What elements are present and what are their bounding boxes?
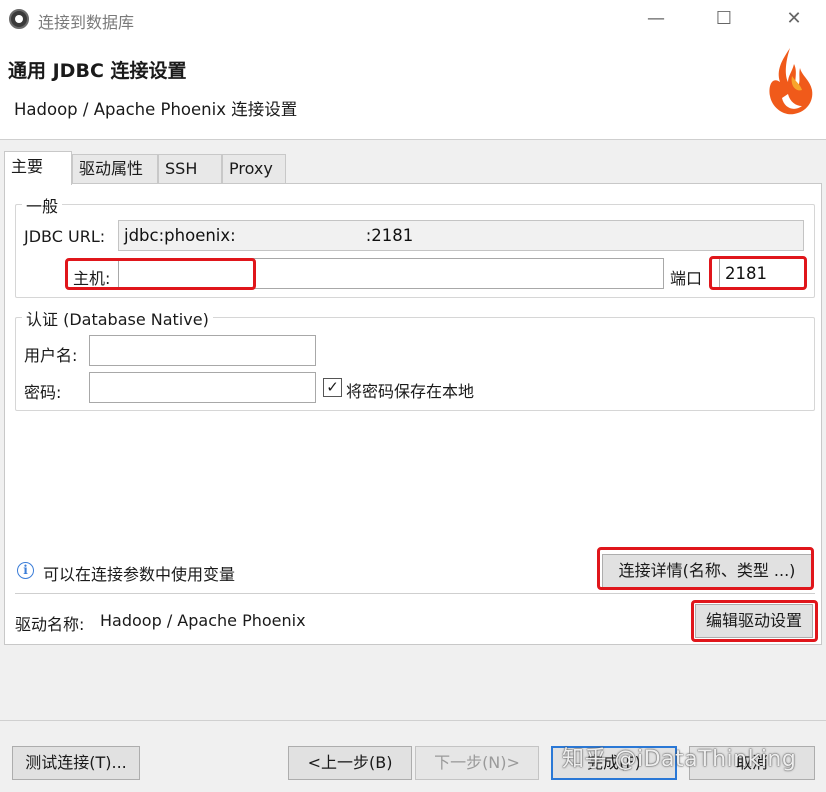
tab-proxy[interactable]: Proxy: [222, 154, 286, 184]
footer-separator: [0, 720, 826, 721]
jdbc-url-label: JDBC URL:: [24, 227, 106, 246]
close-button[interactable]: ✕: [774, 4, 814, 34]
jdbc-url-prefix: jdbc:phoenix:: [124, 226, 236, 245]
app-icon: [9, 9, 29, 29]
password-field[interactable]: [89, 372, 316, 403]
wizard-header: 通用 JDBC 连接设置 Hadoop / Apache Phoenix 连接设…: [0, 40, 826, 140]
test-connection-button[interactable]: 测试连接(T)...: [12, 746, 140, 780]
back-button[interactable]: <上一步(B): [288, 746, 412, 780]
save-password-label: 将密码保存在本地: [346, 382, 475, 401]
variables-hint: 可以在连接参数中使用变量: [43, 565, 236, 584]
finish-button[interactable]: 完成(F): [551, 746, 677, 780]
minimize-button[interactable]: —: [636, 4, 676, 34]
username-label: 用户名:: [24, 346, 78, 365]
separator: [15, 593, 815, 594]
jdbc-url-suffix: :2181: [365, 226, 414, 245]
password-label: 密码:: [24, 383, 62, 402]
jdbc-url-field[interactable]: jdbc:phoenix: :2181: [118, 220, 804, 251]
driver-name-label: 驱动名称:: [15, 615, 85, 634]
title-bar: 连接到数据库 — ☐ ✕: [0, 0, 826, 40]
main-panel: 一般 JDBC URL: jdbc:phoenix::2181 主机: 端口 2…: [4, 183, 822, 645]
next-button[interactable]: 下一步(N)>: [415, 746, 539, 780]
cancel-button[interactable]: 取消: [689, 746, 815, 780]
maximize-button[interactable]: ☐: [704, 4, 744, 34]
auth-legend: 认证 (Database Native): [22, 306, 213, 330]
port-label: 端口: [670, 269, 703, 288]
info-icon: i: [17, 562, 34, 579]
page-title: 通用 JDBC 连接设置: [8, 60, 187, 82]
edit-driver-highlight: [691, 600, 818, 642]
tab-driver-properties[interactable]: 驱动属性: [72, 154, 158, 184]
tab-main[interactable]: 主要: [4, 151, 72, 185]
tab-ssh[interactable]: SSH: [158, 154, 222, 184]
port-highlight: [709, 256, 807, 290]
phoenix-logo-icon: [769, 48, 813, 115]
host-highlight: [65, 258, 256, 290]
details-highlight: [597, 547, 814, 590]
window-title: 连接到数据库: [38, 13, 135, 32]
username-field[interactable]: [89, 335, 316, 366]
driver-name-value: Hadoop / Apache Phoenix: [100, 611, 306, 630]
general-legend: 一般: [22, 193, 63, 217]
save-password-checkbox[interactable]: ✓: [323, 378, 342, 397]
page-subtitle: Hadoop / Apache Phoenix 连接设置: [14, 100, 298, 119]
